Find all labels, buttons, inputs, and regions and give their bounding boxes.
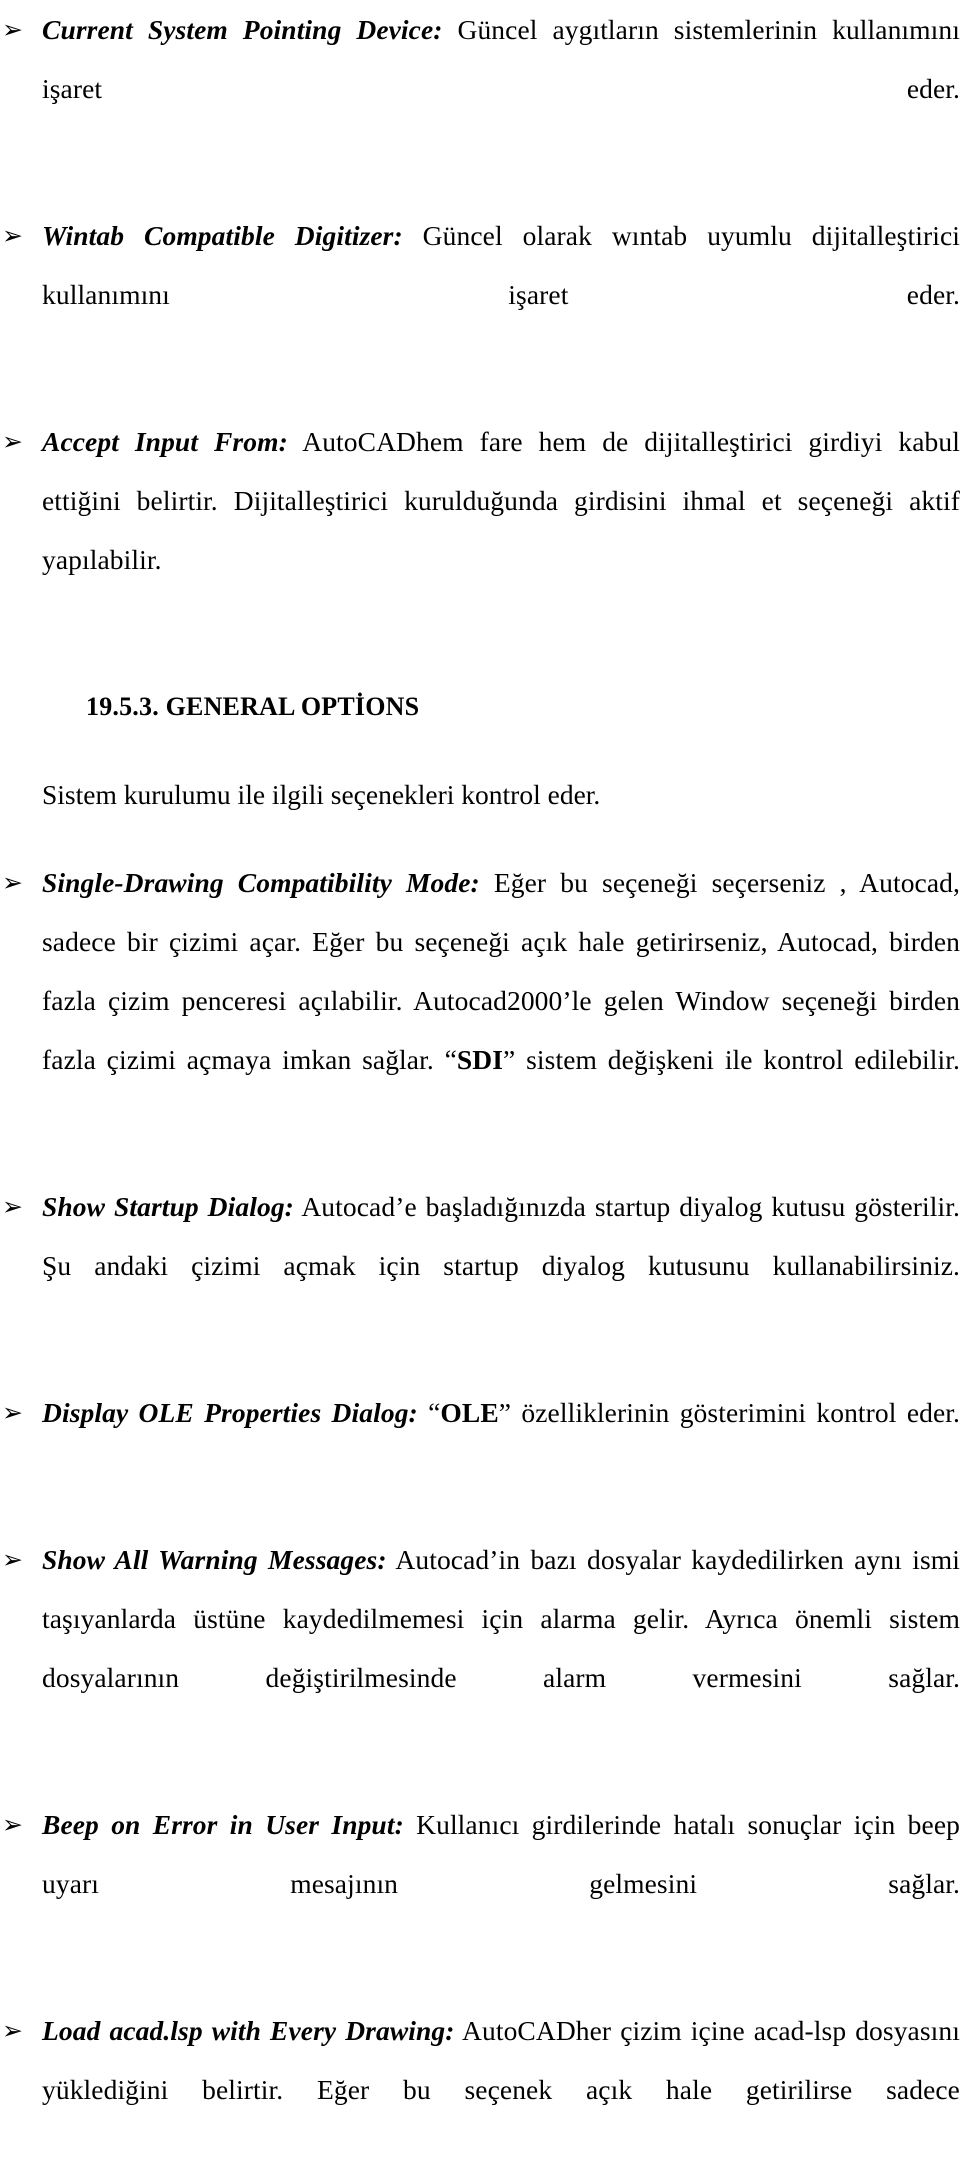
arrow-bullet-icon: ➢ xyxy=(2,1398,24,1427)
list-item-body: Show Startup Dialog: Autocad’e başladığı… xyxy=(42,1177,960,1354)
arrow-bullet-icon: ➢ xyxy=(2,1192,24,1221)
term-label: Display OLE Properties Dialog: xyxy=(42,1397,418,1428)
list-item: ➢ Accept Input From: AutoCADhem fare hem… xyxy=(0,412,960,648)
list-item-body: Show All Warning Messages: Autocad’in ba… xyxy=(42,1530,960,1766)
arrow-bullet-icon: ➢ xyxy=(2,1810,24,1839)
list-item: ➢ Current System Pointing Device: Güncel… xyxy=(0,0,960,177)
term-description-tail: ” özelliklerinin gösterimini kontrol ede… xyxy=(498,1397,960,1428)
term-label: Show All Warning Messages: xyxy=(42,1544,387,1575)
list-item-body: Single-Drawing Compatibility Mode: Eğer … xyxy=(42,853,960,1148)
arrow-bullet-icon: ➢ xyxy=(2,15,24,44)
list-item-body: Load acad.lsp with Every Drawing: AutoCA… xyxy=(42,2001,960,2178)
list-item: ➢ Show All Warning Messages: Autocad’in … xyxy=(0,1530,960,1766)
list-item: ➢ Single-Drawing Compatibility Mode: Eğe… xyxy=(0,853,960,1148)
list-item: ➢ Display OLE Properties Dialog: “OLE” ö… xyxy=(0,1383,960,1501)
term-label: Load acad.lsp with Every Drawing: xyxy=(42,2015,455,2046)
term-label: Wintab Compatible Digitizer: xyxy=(42,220,403,251)
list-item: ➢ Wintab Compatible Digitizer: Güncel ol… xyxy=(0,206,960,383)
list-item-body: Display OLE Properties Dialog: “OLE” öze… xyxy=(42,1383,960,1501)
list-item-body: Wintab Compatible Digitizer: Güncel olar… xyxy=(42,206,960,383)
list-item-body: Accept Input From: AutoCADhem fare hem d… xyxy=(42,412,960,648)
section-intro-paragraph: Sistem kurulumu ile ilgili seçenekleri k… xyxy=(42,779,601,810)
arrow-bullet-icon: ➢ xyxy=(2,1545,24,1574)
arrow-bullet-icon: ➢ xyxy=(2,2016,24,2045)
term-description: “ xyxy=(417,1397,441,1428)
section-heading: 19.5.3. GENERAL OPTİONS xyxy=(86,692,420,721)
list-item-body: Current System Pointing Device: Güncel a… xyxy=(42,0,960,177)
term-label: Single-Drawing Compatibility Mode: xyxy=(42,867,480,898)
list-item: ➢ Show Startup Dialog: Autocad’e başladı… xyxy=(0,1177,960,1354)
list-item-body: Beep on Error in User Input: Kullanıcı g… xyxy=(42,1795,960,1972)
list-item: ➢ Beep on Error in User Input: Kullanıcı… xyxy=(0,1795,960,1972)
term-description-tail: ” sistem değişkeni ile kontrol edilebili… xyxy=(503,1044,960,1075)
arrow-bullet-icon: ➢ xyxy=(2,868,24,897)
term-emphasis: SDI xyxy=(456,1044,504,1075)
term-label: Show Startup Dialog: xyxy=(42,1191,294,1222)
arrow-bullet-icon: ➢ xyxy=(2,221,24,250)
document-page: ➢ Current System Pointing Device: Güncel… xyxy=(0,0,960,2105)
list-item: ➢ Load acad.lsp with Every Drawing: Auto… xyxy=(0,2001,960,2178)
term-label: Current System Pointing Device: xyxy=(42,14,443,45)
term-label: Accept Input From: xyxy=(42,426,288,457)
term-emphasis: OLE xyxy=(440,1397,499,1428)
arrow-bullet-icon: ➢ xyxy=(2,427,24,456)
term-label: Beep on Error in User Input: xyxy=(42,1809,404,1840)
